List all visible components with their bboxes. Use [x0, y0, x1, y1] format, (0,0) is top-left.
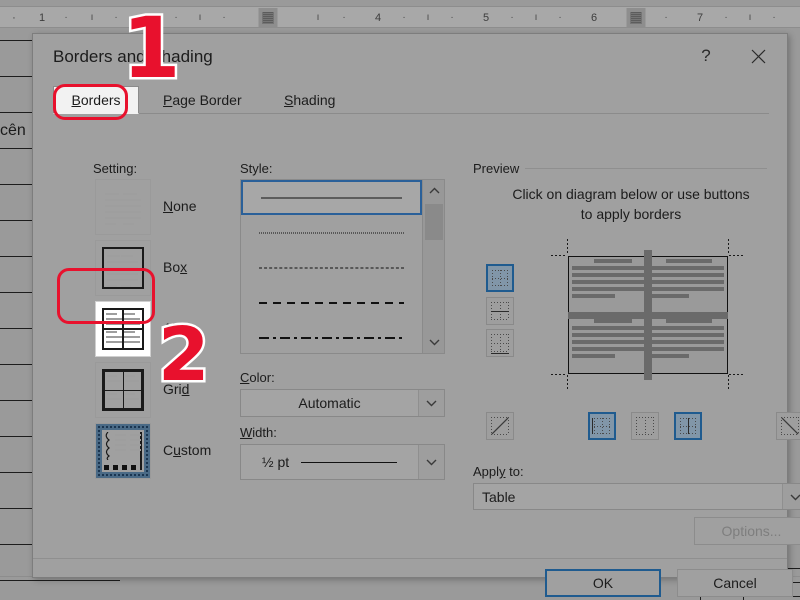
width-dropdown[interactable]: ½ pt — [240, 444, 445, 480]
style-scrollbar[interactable] — [422, 180, 444, 353]
question-mark-icon[interactable]: ? — [683, 34, 729, 78]
preview-hint: Click on diagram below or use buttons to… — [473, 184, 789, 225]
style-item-solid[interactable] — [241, 180, 422, 215]
none-border-icon — [95, 179, 151, 235]
middle-border-button[interactable] — [486, 297, 514, 325]
chevron-down-icon[interactable] — [418, 445, 444, 479]
setting-option-custom[interactable]: Custom — [95, 423, 245, 481]
inside-vertical-border-button[interactable] — [631, 412, 659, 440]
setting-option-custom-label: Custom — [163, 442, 212, 458]
chevron-down-icon[interactable] — [782, 484, 800, 509]
style-listbox[interactable] — [240, 179, 445, 354]
diagonal-down-border-button[interactable] — [486, 412, 514, 440]
style-label: Style: — [240, 161, 273, 176]
style-item-dotted[interactable] — [241, 215, 422, 250]
chevron-down-icon[interactable] — [418, 390, 444, 416]
bottom-border-button[interactable] — [486, 329, 514, 357]
custom-border-icon — [95, 423, 151, 479]
top-border-button[interactable] — [486, 264, 514, 292]
ruler-column-marker[interactable] — [626, 8, 646, 28]
setting-label: Setting: — [93, 161, 138, 176]
ok-button[interactable]: OK — [545, 569, 661, 597]
left-border-button[interactable] — [588, 412, 616, 440]
horizontal-ruler[interactable]: · 1 · ı · 2 · ı · ı · 4 · ı · 5 · ı · 6 … — [0, 6, 800, 28]
scrollbar-thumb[interactable] — [425, 204, 443, 240]
style-item-dashed[interactable] — [241, 285, 422, 320]
annotation-step-2: 2 — [156, 312, 212, 398]
annotation-step-1: 1 — [119, 0, 182, 97]
border-preview-diagram[interactable] — [551, 239, 745, 391]
style-item-dash-dot[interactable] — [241, 320, 422, 353]
all-border-icon — [95, 301, 151, 357]
borders-and-shading-dialog: Borders and Shading ? BBordersorders Pag… — [32, 33, 800, 597]
width-preview-line — [301, 461, 398, 463]
ruler-number: 6 — [590, 12, 598, 24]
tab-shading[interactable]: Shading — [270, 86, 349, 114]
ruler-number: 1 — [38, 12, 46, 24]
setting-option-box[interactable]: Box — [95, 240, 245, 298]
setting-option-none[interactable]: None — [95, 179, 245, 237]
options-button[interactable]: Options... — [694, 517, 800, 545]
apply-to-value: Table — [482, 488, 516, 505]
ruler-number: 7 — [696, 12, 704, 24]
setting-option-none-label: None — [163, 198, 197, 214]
preview-hint-line1: Click on diagram below or use buttons — [512, 186, 750, 202]
width-value: ½ pt — [261, 454, 290, 470]
preview-label: Preview — [473, 161, 526, 176]
chevron-down-icon[interactable] — [423, 331, 445, 353]
cancel-button[interactable]: Cancel — [677, 569, 793, 597]
box-border-icon — [95, 240, 151, 296]
apply-to-dropdown[interactable]: Table — [473, 483, 800, 510]
apply-to-label: Apply to: — [473, 464, 524, 479]
ruler-number: 5 — [482, 12, 490, 24]
preview-hint-line2: to apply borders — [580, 206, 682, 223]
setting-option-box-label: Box — [163, 259, 188, 275]
footer-separator — [33, 558, 787, 559]
grid-border-icon — [95, 362, 151, 418]
color-label: Color: — [240, 370, 275, 385]
diagonal-up-border-button[interactable] — [776, 412, 800, 440]
style-item-dashed-small[interactable] — [241, 250, 422, 285]
color-dropdown[interactable]: Automatic — [240, 389, 445, 417]
close-icon[interactable] — [735, 34, 781, 78]
chevron-up-icon[interactable] — [423, 180, 445, 202]
width-label: Width: — [240, 425, 277, 440]
right-border-button[interactable] — [674, 412, 702, 440]
ruler-number: 4 — [374, 12, 382, 24]
color-value: Automatic — [298, 395, 361, 411]
table-row — [0, 581, 120, 600]
ruler-column-marker[interactable] — [258, 8, 278, 28]
